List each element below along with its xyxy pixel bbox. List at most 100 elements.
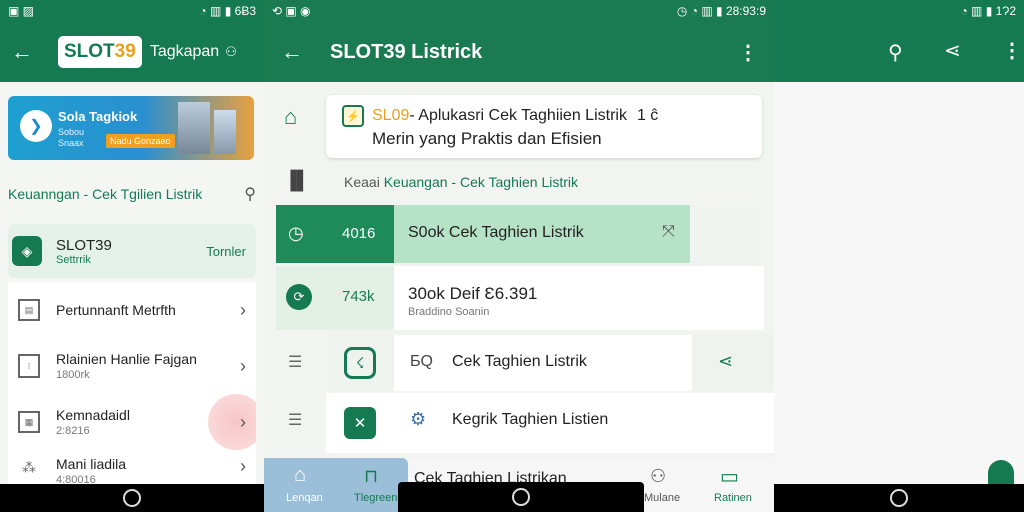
nav-label: Lenqan [286, 492, 323, 504]
header-title: Tagkapan [149, 43, 220, 60]
grid-icon: ⁂ [22, 458, 36, 475]
app-logo-icon: ⚡ [342, 105, 364, 127]
system-nav-bar [774, 484, 1024, 512]
chevron-right-icon: › [240, 299, 246, 320]
header-title: SLOT39 Listrick [330, 40, 483, 63]
receipt-icon: ⊓ [364, 466, 379, 486]
breadcrumb-text: Keuanngan - Cek Tgilien Listrik [8, 186, 203, 202]
list-row[interactable]: ⟳ 743k 30ok Deif Ɛ6.391 Braddino Soanin [276, 266, 764, 330]
app-header: ⚲ ⋖ ⋮ [774, 22, 1024, 82]
banner-line1: Sobou [58, 127, 85, 137]
banner-badge: Nadu Gonzaeo [106, 134, 175, 148]
search-icon[interactable]: ⚲ [244, 184, 256, 204]
row-title: 30ok Deif Ɛ6.391 [408, 284, 538, 303]
share-icon[interactable]: ⋖ [718, 351, 733, 372]
user-icon[interactable]: ⚇ [225, 44, 237, 60]
more-vert-icon[interactable]: ⋮ [738, 40, 758, 65]
selected-action[interactable]: Tornler [206, 244, 246, 259]
app-header: ← SLOT39 Listrick ⋮ [264, 22, 774, 82]
nav-label: Ratinen [714, 492, 752, 504]
wallet-icon[interactable]: ▭ [720, 464, 739, 489]
touch-ripple [208, 394, 256, 450]
status-bar: ▣ ▨ ◔ ▥ ▮ 6Ƀ3 [0, 0, 264, 22]
user-icon[interactable]: ⚇ [650, 466, 666, 487]
wifi-icon: ◔ [960, 4, 968, 18]
chevron-right-icon: › [240, 456, 246, 476]
tool-icon: ✕ [344, 407, 376, 439]
building-image [178, 102, 210, 154]
sync-icon: ⟳ [286, 284, 312, 310]
meter-icon: ⁝ [18, 354, 40, 378]
app-icon: ◈ [12, 236, 42, 266]
share-icon[interactable]: ⋖ [944, 38, 961, 63]
list-row[interactable]: ☇ ƂQ Cek Taghien Listrik ⋖ [326, 335, 774, 391]
card-tail: 1 ĉ [636, 107, 659, 124]
battery-icon: ▮ [224, 4, 232, 18]
clock-icon: ◷ [288, 223, 304, 243]
refresh-icon: ☇ [344, 347, 376, 379]
list-row[interactable]: ✕ ⚙ Kegrik Taghien Listien [326, 393, 774, 453]
row-title: Cek Taghien Listrik [452, 353, 587, 370]
nav-label: Tlegreen [354, 492, 398, 504]
nav-home[interactable]: ⌂ Lenqan ⊓ Tlegreen [264, 458, 408, 512]
card-prefix: SL09 [372, 107, 410, 124]
status-icons-left: ▣ ▨ [8, 4, 35, 18]
document-icon: ▤ [18, 299, 40, 321]
cancel-icon[interactable]: ⤧ [662, 223, 675, 241]
status-time: 1Ɂ2 [995, 4, 1016, 18]
wifi-icon: ◔ [199, 4, 207, 18]
bill-icon: ⚙ [410, 409, 427, 429]
search-icon[interactable]: ⚲ [888, 40, 903, 65]
home-button[interactable] [890, 489, 908, 507]
signal-icon: ▥ [701, 4, 713, 18]
calendar-icon: ▦ [18, 411, 40, 433]
back-arrow-icon[interactable]: ← [280, 39, 304, 65]
promo-banner[interactable]: ❯ Sola Tagkiok Sobou Snaax Nadu Gonzaeo [8, 96, 254, 160]
status-bar: ◔ ▥ ▮ 1Ɂ2 [774, 0, 1024, 22]
fab-button[interactable] [988, 460, 1014, 486]
breadcrumb: Keaai Keuangan - Cek Taghien Listrik [344, 174, 579, 190]
system-nav-bar [0, 484, 264, 512]
system-nav-bar [398, 482, 644, 512]
battery-icon: ▮ [716, 4, 723, 18]
row-number: 4016 [342, 225, 376, 242]
row-number: 743k [342, 288, 375, 305]
row-title: S0ok Cek Taghien Listrik [408, 224, 584, 241]
row-title: Kegrik Taghien Listien [452, 411, 609, 428]
back-arrow-icon[interactable]: ← [10, 39, 34, 65]
selected-item[interactable]: ◈ SLOT39 Settrrik Tornler [8, 224, 256, 278]
app-header: ← SLOT39 Tagkapan ⚇ [0, 22, 264, 82]
selected-sub: Settrrik [56, 253, 91, 266]
list-item[interactable]: ▤ Pertunnanft Metrfth › [8, 282, 256, 338]
building-image-2 [214, 110, 236, 154]
row-sub: Braddino Soanin [408, 306, 490, 318]
breadcrumb: Keuanngan - Cek Tgilien Listrik ⚲ [8, 184, 256, 204]
signal-icon: ▥ [210, 4, 222, 18]
middle-screen: ⟲ ▣ ◉ ◷ ◔ ▥ ▮ 28:93:9 ← SLOT39 Listrick … [264, 0, 774, 512]
alarm-icon: ◷ [676, 4, 688, 18]
banner-logo-icon: ❯ [20, 110, 52, 142]
stats-icon: ▐▌ [284, 170, 310, 190]
banner-title: Sola Tagkiok [58, 109, 138, 124]
battery-icon: ▮ [985, 4, 993, 18]
home-icon: ⌂ [294, 464, 307, 486]
list-item[interactable]: ⁂ Mani liadila 4:80016 › [8, 450, 256, 486]
list-item[interactable]: ⁝ Rlainien Hanlie Fajgan 1800rk › [8, 338, 256, 394]
home-button[interactable] [512, 488, 530, 506]
signal-icon: ▥ [971, 4, 983, 18]
status-time: 28:93:9 [725, 4, 766, 18]
home-icon[interactable]: ⌂ [284, 104, 297, 130]
right-screen: ◔ ▥ ▮ 1Ɂ2 ⚲ ⋖ ⋮ [774, 0, 1024, 512]
wifi-icon: ◔ [690, 4, 698, 18]
list-row-selected[interactable]: ◷ 4016 S0ok Cek Taghien Listrik ⤧ [276, 205, 764, 263]
list-item[interactable]: ▦ Kemnadaidl 2:8216 › [8, 394, 256, 450]
info-card: ⚡ SL09 - Aplukasri Cek Taghiien Listrik … [326, 95, 762, 158]
list-icon: ☰ [288, 354, 303, 371]
list-icon: ☰ [288, 412, 303, 429]
status-time: 6Ƀ3 [234, 4, 256, 18]
banner-line2: Snaax [58, 138, 84, 148]
status-bar: ⟲ ▣ ◉ ◷ ◔ ▥ ▮ 28:93:9 [264, 0, 774, 22]
selected-title: SLOT39 [56, 236, 112, 254]
more-vert-icon[interactable]: ⋮ [1002, 38, 1022, 63]
home-button[interactable] [123, 489, 141, 507]
